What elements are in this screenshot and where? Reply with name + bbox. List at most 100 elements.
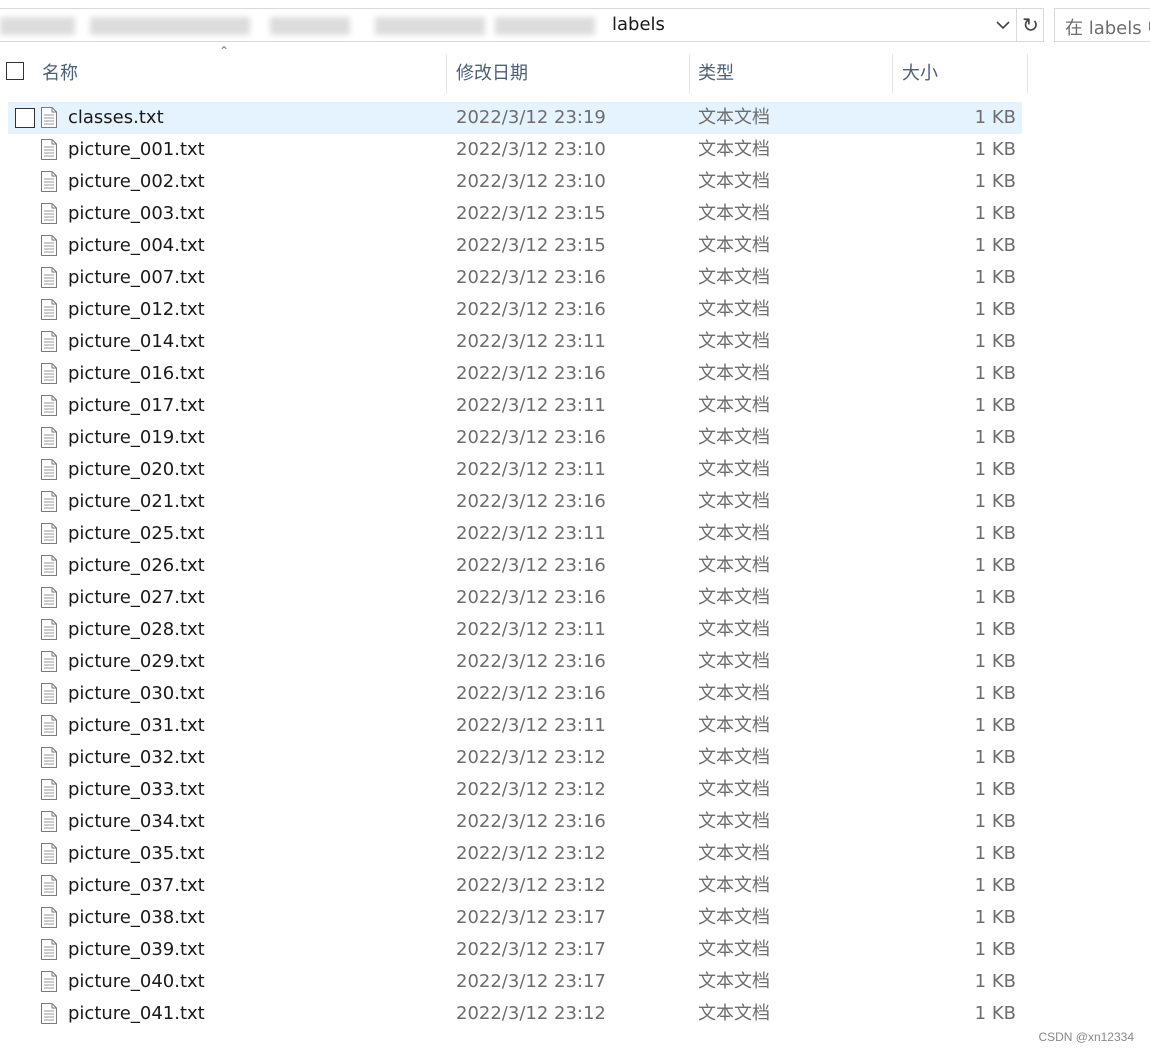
text-file-icon [41,555,57,576]
file-row[interactable]: picture_017.txt 2022/3/12 23:11 文本文档 1 KB [8,390,1022,422]
refresh-button[interactable]: ↻ [1016,9,1044,41]
file-size: 1 KB [974,843,1016,864]
file-name: picture_027.txt [68,587,205,608]
file-name: picture_001.txt [68,139,205,160]
file-row[interactable]: picture_020.txt 2022/3/12 23:11 文本文档 1 KB [8,454,1022,486]
file-row[interactable]: picture_012.txt 2022/3/12 23:16 文本文档 1 KB [8,294,1022,326]
file-date-modified: 2022/3/12 23:11 [456,523,606,544]
file-name: picture_037.txt [68,875,205,896]
file-row[interactable]: picture_014.txt 2022/3/12 23:11 文本文档 1 KB [8,326,1022,358]
column-date-label: 修改日期 [456,63,528,84]
file-size: 1 KB [974,907,1016,928]
file-row[interactable]: picture_019.txt 2022/3/12 23:16 文本文档 1 KB [8,422,1022,454]
file-size: 1 KB [974,107,1016,128]
file-date-modified: 2022/3/12 23:16 [456,651,606,672]
file-date-modified: 2022/3/12 23:12 [456,843,606,864]
column-size-label: 大小 [902,63,938,84]
text-file-icon [41,811,57,832]
column-divider[interactable] [892,54,893,94]
file-name: picture_003.txt [68,203,205,224]
file-date-modified: 2022/3/12 23:11 [456,395,606,416]
text-file-icon [41,651,57,672]
file-type: 文本文档 [698,747,770,768]
file-row[interactable]: picture_029.txt 2022/3/12 23:16 文本文档 1 KB [8,646,1022,678]
file-date-modified: 2022/3/12 23:12 [456,779,606,800]
file-row[interactable]: picture_001.txt 2022/3/12 23:10 文本文档 1 KB [8,134,1022,166]
row-checkbox[interactable] [15,108,35,128]
file-name: picture_035.txt [68,843,205,864]
file-row[interactable]: picture_039.txt 2022/3/12 23:17 文本文档 1 KB [8,934,1022,966]
text-file-icon [41,395,57,416]
file-size: 1 KB [974,171,1016,192]
column-name[interactable]: 名称 [42,50,446,94]
file-type: 文本文档 [698,299,770,320]
file-row[interactable]: picture_021.txt 2022/3/12 23:16 文本文档 1 KB [8,486,1022,518]
file-type: 文本文档 [698,619,770,640]
file-row[interactable]: picture_026.txt 2022/3/12 23:16 文本文档 1 KB [8,550,1022,582]
file-row[interactable]: picture_002.txt 2022/3/12 23:10 文本文档 1 KB [8,166,1022,198]
file-size: 1 KB [974,523,1016,544]
file-name: classes.txt [68,107,164,128]
file-row[interactable]: picture_025.txt 2022/3/12 23:11 文本文档 1 KB [8,518,1022,550]
watermark: CSDN @xn12334 [1038,1030,1134,1044]
file-name: picture_004.txt [68,235,205,256]
file-row[interactable]: picture_027.txt 2022/3/12 23:16 文本文档 1 KB [8,582,1022,614]
text-file-icon [41,715,57,736]
file-row[interactable]: picture_007.txt 2022/3/12 23:16 文本文档 1 KB [8,262,1022,294]
column-size[interactable]: 大小 [902,50,1026,94]
file-row[interactable]: picture_034.txt 2022/3/12 23:16 文本文档 1 KB [8,806,1022,838]
file-row[interactable]: picture_030.txt 2022/3/12 23:16 文本文档 1 KB [8,678,1022,710]
column-divider[interactable] [1027,54,1028,94]
file-row[interactable]: picture_016.txt 2022/3/12 23:16 文本文档 1 KB [8,358,1022,390]
file-row[interactable]: classes.txt 2022/3/12 23:19 文本文档 1 KB [8,102,1022,134]
breadcrumb-current-folder[interactable]: labels [612,14,665,35]
file-row[interactable]: picture_028.txt 2022/3/12 23:11 文本文档 1 KB [8,614,1022,646]
file-row[interactable]: picture_038.txt 2022/3/12 23:17 文本文档 1 KB [8,902,1022,934]
file-date-modified: 2022/3/12 23:16 [456,683,606,704]
text-file-icon [41,235,57,256]
address-dropdown-button[interactable] [990,11,1016,39]
file-name: picture_031.txt [68,715,205,736]
file-size: 1 KB [974,395,1016,416]
column-divider[interactable] [689,54,690,94]
file-name: picture_034.txt [68,811,205,832]
file-type: 文本文档 [698,683,770,704]
file-row[interactable]: picture_035.txt 2022/3/12 23:12 文本文档 1 KB [8,838,1022,870]
text-file-icon [41,171,57,192]
file-row[interactable]: picture_003.txt 2022/3/12 23:15 文本文档 1 KB [8,198,1022,230]
file-row[interactable]: picture_031.txt 2022/3/12 23:11 文本文档 1 KB [8,710,1022,742]
file-name: picture_019.txt [68,427,205,448]
file-row[interactable]: picture_004.txt 2022/3/12 23:15 文本文档 1 KB [8,230,1022,262]
text-file-icon [41,619,57,640]
file-type: 文本文档 [698,203,770,224]
text-file-icon [41,747,57,768]
file-row[interactable]: picture_040.txt 2022/3/12 23:17 文本文档 1 KB [8,966,1022,998]
column-type[interactable]: 类型 [698,50,890,94]
file-row[interactable]: picture_037.txt 2022/3/12 23:12 文本文档 1 KB [8,870,1022,902]
file-type: 文本文档 [698,555,770,576]
file-name: picture_020.txt [68,459,205,480]
file-name: picture_002.txt [68,171,205,192]
file-type: 文本文档 [698,171,770,192]
text-file-icon [41,939,57,960]
file-name: picture_040.txt [68,971,205,992]
file-type: 文本文档 [698,651,770,672]
text-file-icon [41,363,57,384]
file-date-modified: 2022/3/12 23:12 [456,1003,606,1024]
file-size: 1 KB [974,1003,1016,1024]
search-input[interactable]: 在 labels 中搜索 [1054,8,1150,42]
file-date-modified: 2022/3/12 23:10 [456,139,606,160]
file-size: 1 KB [974,619,1016,640]
column-date-modified[interactable]: 修改日期 [456,50,688,94]
file-row[interactable]: picture_032.txt 2022/3/12 23:12 文本文档 1 KB [8,742,1022,774]
file-row[interactable]: picture_041.txt 2022/3/12 23:12 文本文档 1 KB [8,998,1022,1024]
address-bar[interactable]: labels ↻ [0,8,1044,42]
file-type: 文本文档 [698,267,770,288]
file-size: 1 KB [974,203,1016,224]
file-row[interactable]: picture_033.txt 2022/3/12 23:12 文本文档 1 KB [8,774,1022,806]
file-type: 文本文档 [698,139,770,160]
file-date-modified: 2022/3/12 23:16 [456,363,606,384]
file-name: picture_016.txt [68,363,205,384]
file-size: 1 KB [974,299,1016,320]
column-divider[interactable] [446,54,447,94]
